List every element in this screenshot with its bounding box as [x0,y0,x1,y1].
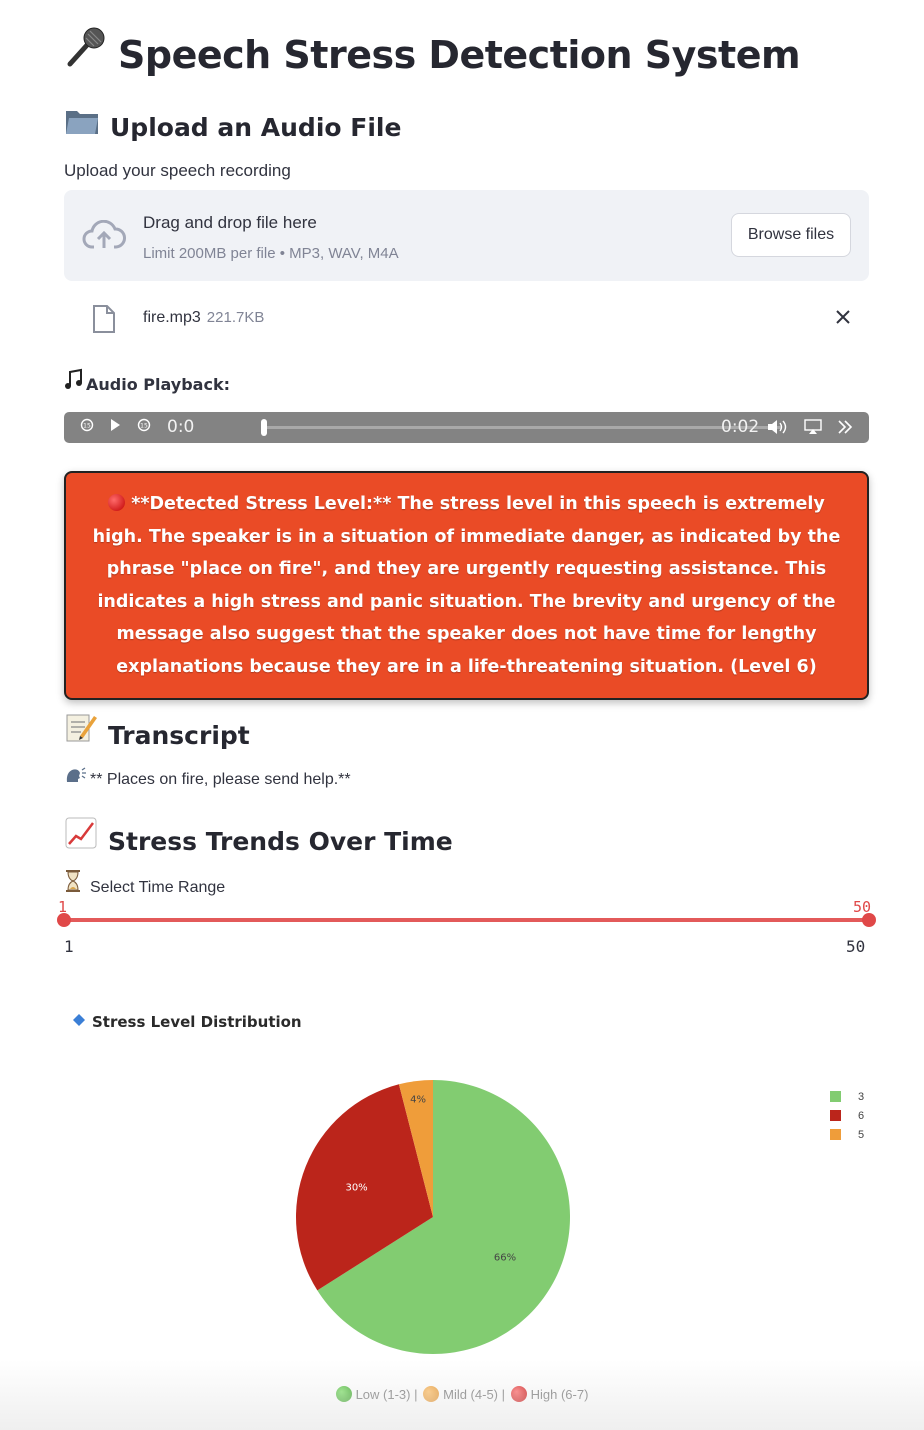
cloud-upload-icon [82,219,126,255]
legend-low: Low (1-3) | [355,1387,418,1402]
blue-diamond-icon [72,1013,92,1031]
legend-label: 3 [858,1090,865,1103]
page-title: Speech Stress Detection System [64,24,801,77]
transcript-heading: Transcript [64,710,250,750]
chart-increasing-icon [64,816,98,856]
stress-level-alert: **Detected Stress Level:** The stress le… [64,471,869,700]
slider-min-label: 1 [64,937,74,956]
legend-item-6[interactable]: 6 [830,1106,864,1125]
file-name: fire.mp3 [143,309,201,326]
legend-item-5[interactable]: 5 [830,1125,864,1144]
uploaded-file-row: fire.mp3 221.7KB [64,300,869,340]
pie-label-5: 4% [410,1095,426,1106]
uploaded-file-info: fire.mp3 221.7KB [143,309,264,327]
green-circle-icon [335,1386,352,1402]
pie-label-6: 30% [345,1183,367,1194]
current-time: 0:0 [167,417,195,437]
skip-back-15-icon[interactable]: 15 [80,418,94,435]
time-range-track[interactable] [64,918,869,922]
svg-text:15: 15 [140,423,148,430]
upload-heading-text: Upload an Audio File [110,113,402,142]
title-text: Speech Stress Detection System [118,33,801,77]
folder-icon [64,106,100,142]
transcript-text: ** Places on fire, please send help.** [64,764,351,789]
chart-legend: 3 6 5 [830,1087,864,1144]
trends-heading-text: Stress Trends Over Time [108,827,453,856]
volume-icon[interactable] [767,419,787,438]
dropzone-instructions: Drag and drop file here [143,213,317,232]
seek-handle[interactable] [261,419,267,436]
slider-max-label: 50 [846,937,866,956]
transcript-heading-text: Transcript [108,721,250,750]
audio-label-text: Audio Playback: [86,375,230,394]
file-size: 221.7KB [206,309,265,326]
memo-icon [64,710,98,750]
pie-chart: 66% 30% 4% [296,1080,570,1354]
airplay-icon[interactable] [804,419,822,438]
trends-heading: Stress Trends Over Time [64,816,453,856]
legend-mild: Mild (4-5) | [443,1387,505,1402]
audio-player[interactable]: 15 15 0:0 0:02 [64,412,869,443]
dropzone-limit: Limit 200MB per file • MP3, WAV, M4A [143,245,399,262]
file-dropzone[interactable]: Drag and drop file here Limit 200MB per … [64,190,869,281]
upload-label: Upload your speech recording [64,161,291,180]
chart-title-text: Stress Level Distribution [92,1013,302,1031]
legend-high: High (6-7) [530,1387,589,1402]
alert-text: **Detected Stress Level:** The stress le… [92,494,841,677]
legend-label: 6 [858,1109,865,1122]
time-range-label-text: Select Time Range [90,879,226,896]
svg-text:15: 15 [83,423,91,430]
pie-label-3: 66% [494,1253,516,1264]
file-icon [92,304,116,339]
slider-low-handle[interactable] [57,913,71,927]
microphone-icon [64,24,108,77]
legend-swatch [830,1129,841,1140]
legend-swatch [830,1110,841,1121]
close-icon [836,310,850,324]
orange-circle-icon [423,1386,440,1402]
time-range-label: Select Time Range [64,870,225,897]
chart-title: Stress Level Distribution [72,1013,302,1031]
alert-message: **Detected Stress Level:** The stress le… [82,488,852,683]
red-circle-icon [510,1386,527,1402]
music-note-icon [64,368,86,394]
red-circle-icon [108,494,126,511]
skip-forward-15-icon[interactable]: 15 [137,418,151,435]
duration: 0:02 [721,417,760,437]
legend-label: 5 [858,1128,865,1141]
transcript-content: ** Places on fire, please send help.** [90,771,351,788]
more-controls-icon[interactable] [837,419,853,438]
upload-heading: Upload an Audio File [64,106,401,142]
slider-high-handle[interactable] [862,913,876,927]
remove-file-button[interactable] [835,308,851,331]
legend-swatch [830,1091,841,1102]
play-icon[interactable] [108,418,122,435]
browse-files-button[interactable]: Browse files [731,213,851,257]
legend-item-3[interactable]: 3 [830,1087,864,1106]
speaking-head-icon [64,764,90,789]
seek-bar[interactable] [262,426,782,429]
stress-color-key: Low (1-3) | Mild (4-5) | High (6-7) [0,1386,924,1402]
hourglass-icon [64,870,90,897]
audio-playback-label: Audio Playback: [64,368,230,394]
